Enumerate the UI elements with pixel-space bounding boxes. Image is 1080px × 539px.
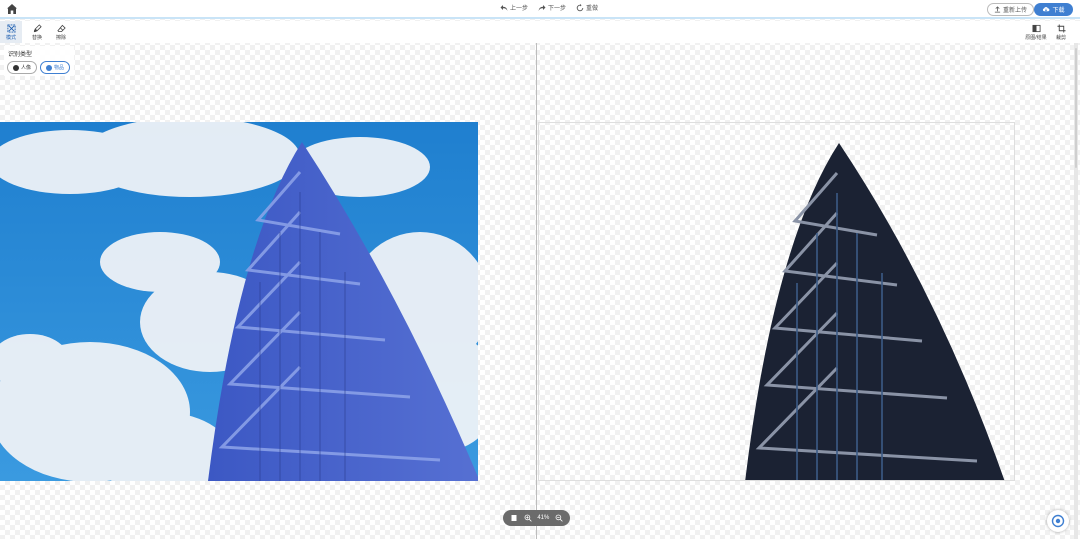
reupload-button[interactable]: 重新上传 [987,3,1035,16]
redo-icon [538,4,546,11]
compare-icon [1031,24,1041,32]
download-label: 下载 [1052,8,1065,14]
tool-crop[interactable]: 裁剪 [1050,21,1072,43]
zoom-out-icon[interactable] [555,514,563,522]
redo-button[interactable]: 下一步 [538,3,566,12]
type-option-object[interactable]: 物品 [40,61,71,74]
zoom-level: 41% [537,515,550,521]
reset-button[interactable]: 重做 [576,3,598,12]
history-controls: 上一步 下一步 重做 [500,3,598,12]
top-bar: 上一步 下一步 重做 重新上传 下载 [0,0,1080,19]
cutout-result [745,143,1005,480]
cloud-download-icon [1043,7,1050,12]
tool-crop-label: 裁剪 [1055,34,1066,41]
download-button[interactable]: 下载 [1034,3,1073,16]
original-photo [0,122,478,481]
fit-screen-icon[interactable] [510,514,518,522]
undo-button[interactable]: 上一步 [500,3,528,12]
eraser-icon [56,24,66,32]
reset-icon [576,3,584,11]
panel-title: 识别类型 [8,52,33,58]
scrollbar-thumb[interactable] [1075,48,1077,168]
type-option-portrait-label: 人像 [21,65,32,71]
result-image[interactable] [538,122,1015,481]
tool-mode-label: 模式 [5,34,16,41]
tool-replace-label: 替换 [31,34,42,41]
type-option-portrait[interactable]: 人像 [7,61,38,74]
zoom-control: 41% [503,510,570,526]
compare-divider[interactable] [536,43,537,539]
tool-mode[interactable]: 模式 [0,21,22,43]
help-button[interactable] [1047,510,1069,532]
tool-compare-label: 原图/结果 [1025,34,1047,41]
tool-replace[interactable]: 替换 [26,21,48,43]
undo-icon [500,4,508,11]
crop-icon [1056,23,1066,33]
cutout-icon [6,23,16,33]
reupload-label: 重新上传 [1003,8,1028,14]
redo-label: 下一步 [548,6,567,12]
support-icon [1051,514,1065,528]
person-icon [13,64,19,71]
tool-erase-label: 擦除 [55,34,66,41]
recognition-type-panel: 识别类型 人像 物品 [4,46,74,76]
upload-icon [994,6,1001,13]
object-icon [46,64,52,71]
zoom-in-icon[interactable] [524,514,532,522]
type-option-object-label: 物品 [54,65,65,71]
undo-label: 上一步 [510,6,529,12]
reset-label: 重做 [586,6,599,12]
home-icon[interactable] [6,3,18,15]
brush-icon [33,23,42,32]
tool-bar: 模式 替换 擦除 原图/结果 裁剪 [0,21,1080,43]
original-image[interactable] [0,122,478,481]
tool-erase[interactable]: 擦除 [50,21,72,43]
tool-compare[interactable]: 原图/结果 [1025,21,1047,43]
